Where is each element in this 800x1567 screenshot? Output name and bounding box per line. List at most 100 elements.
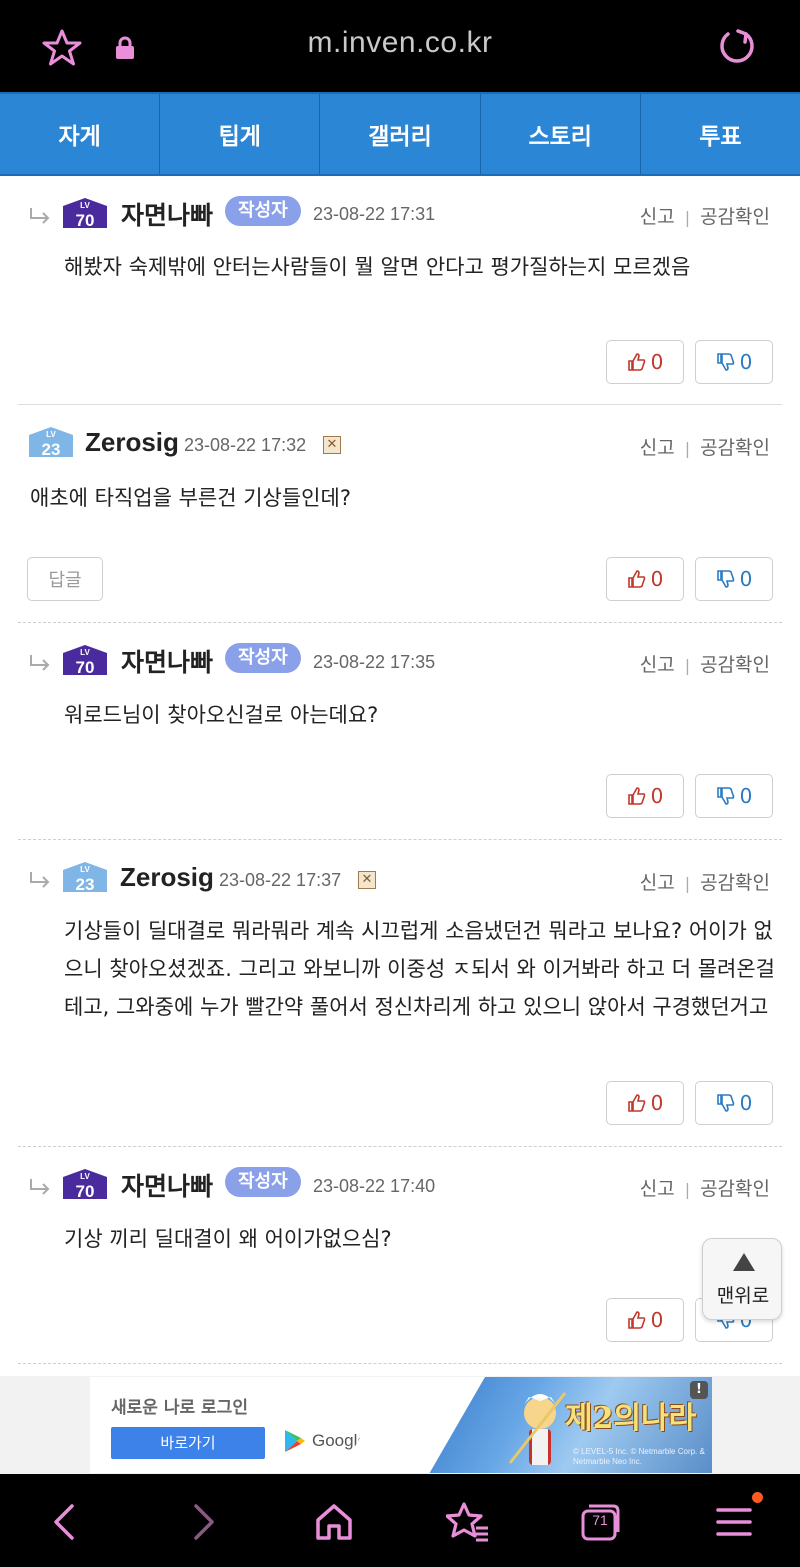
reload-icon[interactable]: [716, 26, 758, 68]
upvote-button[interactable]: 0: [606, 1081, 684, 1125]
tab-free-board[interactable]: 자게: [0, 94, 161, 174]
downvote-count: 0: [739, 350, 753, 374]
thumbs-up-icon: [627, 1094, 645, 1112]
arrow-up-icon: [733, 1253, 755, 1271]
report-link[interactable]: 신고: [640, 1178, 675, 1200]
sympathy-link[interactable]: 공감확인: [700, 206, 770, 228]
ad-go-button[interactable]: 바로가기: [111, 1427, 265, 1459]
tab-story[interactable]: 스토리: [481, 94, 641, 174]
comment-item: LV 23 Zerosig 23-08-22 17:32 ✕ 신고 | 공감확인 애…: [0, 405, 800, 623]
comment-date: 23-08-22 17:37: [219, 870, 342, 890]
comment-body: 애초에 타직업을 부른건 기상들인데?: [30, 486, 351, 510]
thumbs-up-icon: [627, 570, 645, 588]
ignore-user-icon[interactable]: ✕: [323, 436, 341, 454]
reply-arrow-icon: [30, 655, 50, 671]
browser-top-bar: m.inven.co.kr: [0, 0, 800, 92]
upvote-button[interactable]: 0: [606, 1298, 684, 1342]
report-links: 신고 | 공감확인: [639, 872, 770, 894]
comment-body: 기상들이 딜대결로 뭐라뭐라 계속 시끄럽게 소음냈던건 뭐라고 보나요? 어이…: [64, 919, 775, 1019]
reply-arrow-icon: [30, 208, 50, 224]
tab-count: 71: [592, 1512, 608, 1528]
comment-item: LV 23 Zerosig 23-08-22 17:37 ✕ 신고 | 공감확인 기…: [0, 840, 800, 1147]
board-nav-tabs: 자게 팁게 갤러리 스토리 투표: [0, 92, 800, 176]
ad-info-icon[interactable]: !: [690, 1381, 708, 1399]
comment-date: 23-08-22 17:31: [313, 204, 436, 224]
report-links: 신고 | 공감확인: [639, 206, 770, 228]
level-number: 23: [42, 440, 61, 459]
nickname[interactable]: Zerosig: [85, 427, 179, 458]
author-badge: 작성자: [225, 1167, 301, 1197]
comment-date: 23-08-22 17:32: [184, 435, 307, 455]
forward-arrow-icon[interactable]: [180, 1500, 224, 1544]
tab-gallery[interactable]: 갤러리: [320, 94, 481, 174]
upvote-button[interactable]: 0: [606, 340, 684, 384]
nickname[interactable]: 자면나빠: [121, 643, 213, 679]
reply-arrow-icon: [30, 1179, 50, 1195]
tabs-button[interactable]: 71: [580, 1502, 620, 1542]
sympathy-link[interactable]: 공감확인: [700, 437, 770, 459]
comment-body: 워로드님이 찾아오신걸로 아는데요?: [64, 703, 379, 727]
thumbs-up-icon: [627, 353, 645, 371]
comment-divider: [18, 1363, 782, 1364]
ad-banner[interactable]: 새로운 나로 로그인 바로가기 Google Play 제2의나라 © LEVE…: [90, 1377, 712, 1473]
svg-text:LV: LV: [80, 201, 90, 210]
menu-icon[interactable]: [712, 1500, 756, 1544]
author-badge: 작성자: [225, 643, 301, 673]
address-bar-url[interactable]: m.inven.co.kr: [0, 26, 800, 60]
downvote-count: 0: [739, 784, 753, 808]
level-badge-icon: LV 70: [63, 645, 107, 677]
report-link[interactable]: 신고: [640, 437, 675, 459]
back-to-top-label: 맨위로: [716, 1285, 770, 1307]
notification-dot: [752, 1492, 763, 1503]
downvote-button[interactable]: 0: [695, 774, 773, 818]
level-badge-icon: LV 70: [63, 1169, 107, 1201]
comment-body: 해봤자 숙제밖에 안터는사람들이 뭘 알면 안다고 평가질하는지 모르겠음: [64, 255, 691, 279]
report-link[interactable]: 신고: [640, 654, 675, 676]
report-links: 신고 | 공감확인: [639, 654, 770, 676]
sympathy-link[interactable]: 공감확인: [700, 872, 770, 894]
tab-vote[interactable]: 투표: [641, 94, 800, 174]
reply-button[interactable]: 답글: [27, 557, 103, 601]
svg-text:LV: LV: [80, 648, 90, 657]
bookmarks-icon[interactable]: [446, 1500, 490, 1544]
report-link[interactable]: 신고: [640, 872, 675, 894]
back-to-top-button[interactable]: 맨위로: [702, 1238, 782, 1320]
upvote-count: 0: [650, 784, 664, 808]
comment-item: LV 70 자면나빠 작성자 23-08-22 17:35 신고 | 공감확인 워로…: [0, 623, 800, 840]
upvote-count: 0: [650, 350, 664, 374]
ad-game-title: 제2의나라: [565, 1401, 697, 1436]
downvote-button[interactable]: 0: [695, 557, 773, 601]
upvote-count: 0: [650, 1091, 664, 1115]
ad-banner-area: 새로운 나로 로그인 바로가기 Google Play 제2의나라 © LEVE…: [0, 1376, 800, 1474]
level-number: 23: [76, 875, 95, 894]
comment-item: LV 70 자면나빠 작성자 23-08-22 17:40 신고 | 공감확인 기상…: [0, 1147, 800, 1364]
ad-tagline: 새로운 나로 로그인: [111, 1398, 248, 1418]
thumbs-down-icon: [716, 1094, 734, 1112]
nickname[interactable]: 자면나빠: [121, 1167, 213, 1203]
upvote-button[interactable]: 0: [606, 557, 684, 601]
downvote-button[interactable]: 0: [695, 340, 773, 384]
level-number: 70: [76, 211, 95, 230]
ignore-user-icon[interactable]: ✕: [358, 871, 376, 889]
downvote-count: 0: [739, 567, 753, 591]
level-badge-icon: LV 23: [63, 862, 107, 894]
home-icon[interactable]: [312, 1500, 356, 1544]
comment-date: 23-08-22 17:40: [313, 1176, 436, 1196]
nickname[interactable]: Zerosig: [120, 862, 214, 893]
report-link[interactable]: 신고: [640, 206, 675, 228]
browser-bottom-bar: 71: [0, 1474, 800, 1567]
downvote-button[interactable]: 0: [695, 1081, 773, 1125]
tab-tip-board[interactable]: 팁게: [160, 94, 321, 174]
level-badge-icon: LV 70: [63, 198, 107, 230]
level-badge-icon: LV 23: [29, 427, 73, 459]
back-arrow-icon[interactable]: [44, 1500, 88, 1544]
level-number: 70: [76, 658, 95, 677]
comment-body: 기상 끼리 딜대결이 왜 어이가없으심?: [64, 1227, 392, 1251]
sympathy-link[interactable]: 공감확인: [700, 654, 770, 676]
nickname[interactable]: 자면나빠: [121, 196, 213, 232]
sympathy-link[interactable]: 공감확인: [700, 1178, 770, 1200]
upvote-button[interactable]: 0: [606, 774, 684, 818]
thumbs-down-icon: [716, 353, 734, 371]
upvote-count: 0: [650, 1308, 664, 1332]
level-number: 70: [76, 1182, 95, 1201]
